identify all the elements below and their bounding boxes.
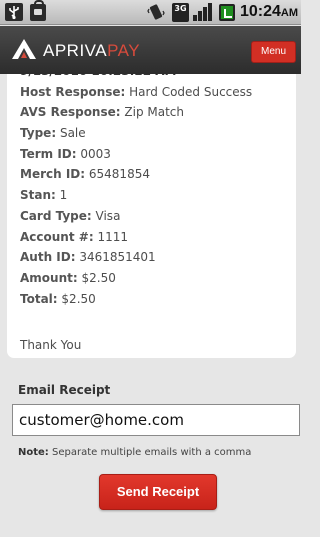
menu-button[interactable]: Menu	[251, 41, 296, 63]
thank-you-text: Thank You	[20, 338, 82, 352]
receipt-row-merch-id: Merch ID: 65481854	[20, 167, 150, 182]
receipt-details: 9/13/2010 10:23:22 AM Host Response: Har…	[20, 64, 253, 309]
receipt-row-total: Total: $2.50	[20, 291, 96, 306]
send-receipt-button[interactable]: Send Receipt	[99, 474, 217, 510]
3g-icon: 3G	[172, 3, 189, 22]
receipt-row-host-response: Host Response: Hard Coded Success	[20, 84, 253, 99]
receipt-row-auth-id: Auth ID: 3461851401	[20, 250, 156, 265]
receipt-row-account: Account #: 1111	[20, 229, 128, 244]
email-note: Note: Separate multiple emails with a co…	[18, 447, 252, 458]
receipt-row-type: Type: Sale	[20, 126, 86, 141]
receipt-row-card-type: Card Type: Visa	[20, 208, 121, 223]
status-time: 10:24AM	[240, 3, 299, 20]
status-bar: 3G 10:24AM	[0, 0, 301, 25]
app-header: APRIVAPAY Menu	[0, 26, 301, 74]
usb-icon	[5, 3, 23, 21]
email-receipt-heading: Email Receipt	[18, 383, 111, 397]
brand-logo-text: APRIVAPAY	[43, 41, 141, 60]
battery-charging-icon	[219, 4, 235, 21]
receipt-card: 9/13/2010 10:23:22 AM Host Response: Har…	[7, 60, 296, 358]
receipt-row-stan: Stan: 1	[20, 188, 68, 203]
email-field[interactable]	[12, 404, 300, 436]
signal-icon	[193, 3, 212, 21]
receipt-row-amount: Amount: $2.50	[20, 270, 116, 285]
receipt-row-avs-response: AVS Response: Zip Match	[20, 105, 184, 120]
apriva-logo-icon	[12, 39, 36, 59]
shopping-bag-icon	[30, 0, 46, 21]
receipt-row-term-id: Term ID: 0003	[20, 146, 111, 161]
vibrate-icon	[147, 4, 165, 20]
